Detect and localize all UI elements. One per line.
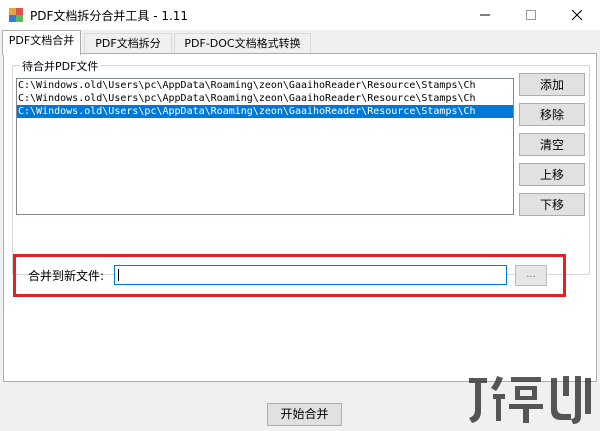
group-label: 待合并PDF文件 bbox=[20, 58, 101, 74]
title-bar: PDF文档拆分合并工具 - 1.11 bbox=[0, 0, 600, 30]
tab-pdf-doc-convert[interactable]: PDF-DOC文档格式转换 bbox=[174, 33, 311, 55]
merge-tab-panel: 待合并PDF文件 C:\Windows.old\Users\pc\AppData… bbox=[3, 53, 597, 382]
minimize-button[interactable] bbox=[462, 0, 508, 30]
maximize-icon bbox=[526, 10, 536, 20]
add-button[interactable]: 添加 bbox=[519, 73, 585, 96]
output-file-row: 合并到新文件: ... bbox=[13, 254, 566, 297]
minimize-icon bbox=[480, 14, 490, 16]
tab-strip: PDF文档合并 PDF文档拆分 PDF-DOC文档格式转换 bbox=[0, 30, 600, 55]
file-list[interactable]: C:\Windows.old\Users\pc\AppData\Roaming\… bbox=[16, 78, 514, 215]
pending-files-group: 待合并PDF文件 C:\Windows.old\Users\pc\AppData… bbox=[12, 58, 590, 275]
app-icon bbox=[9, 8, 23, 22]
text-caret bbox=[118, 269, 119, 281]
tab-pdf-split[interactable]: PDF文档拆分 bbox=[84, 33, 172, 55]
remove-button[interactable]: 移除 bbox=[519, 103, 585, 126]
move-up-button[interactable]: 上移 bbox=[519, 163, 585, 186]
tab-pdf-merge[interactable]: PDF文档合并 bbox=[2, 30, 81, 55]
window-title: PDF文档拆分合并工具 - 1.11 bbox=[30, 9, 189, 23]
list-item-selected[interactable]: C:\Windows.old\Users\pc\AppData\Roaming\… bbox=[17, 105, 513, 118]
close-button[interactable] bbox=[554, 0, 600, 30]
close-icon bbox=[572, 10, 582, 20]
browse-button[interactable]: ... bbox=[515, 265, 547, 286]
output-file-input[interactable] bbox=[114, 265, 507, 285]
clear-button[interactable]: 清空 bbox=[519, 133, 585, 156]
move-down-button[interactable]: 下移 bbox=[519, 193, 585, 216]
watermark-logo bbox=[469, 376, 591, 424]
start-merge-button[interactable]: 开始合并 bbox=[267, 403, 342, 426]
output-file-label: 合并到新文件: bbox=[28, 269, 105, 283]
list-item[interactable]: C:\Windows.old\Users\pc\AppData\Roaming\… bbox=[17, 92, 513, 105]
maximize-button[interactable] bbox=[508, 0, 554, 30]
list-item[interactable]: C:\Windows.old\Users\pc\AppData\Roaming\… bbox=[17, 79, 513, 92]
